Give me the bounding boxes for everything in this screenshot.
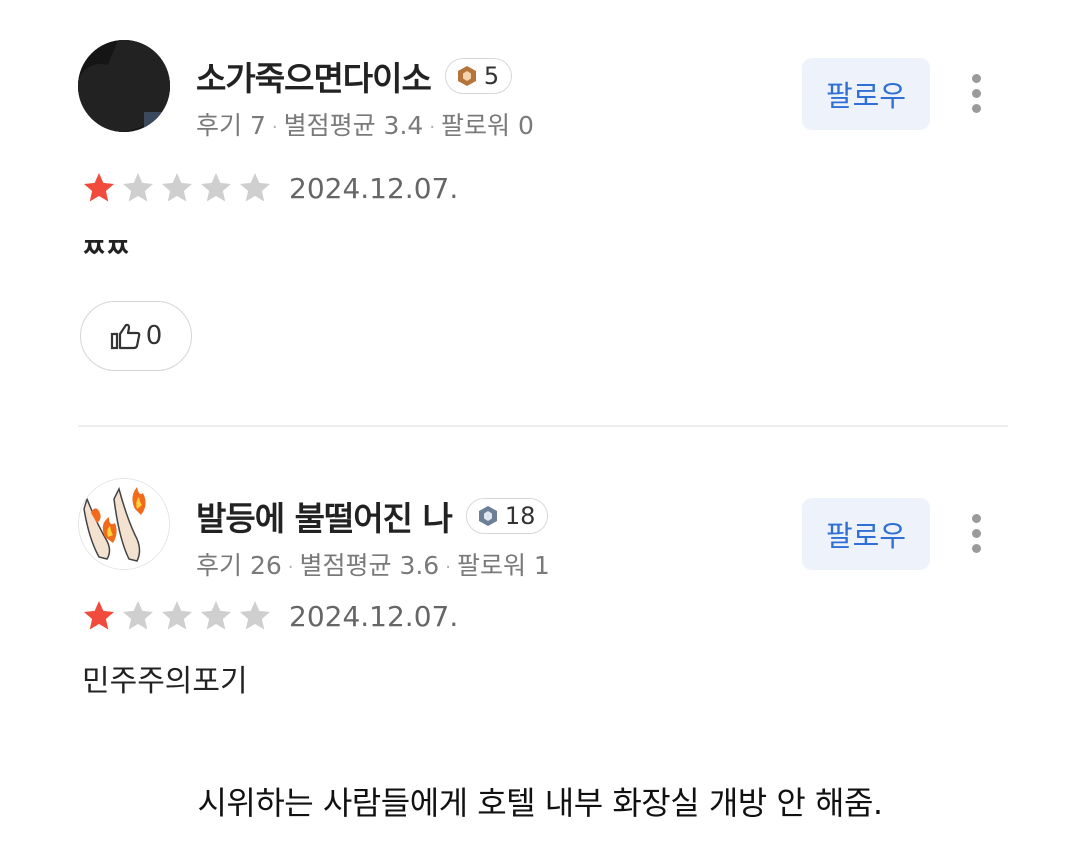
- level-badge: 5: [444, 58, 513, 94]
- level-value: 5: [483, 62, 500, 90]
- star-empty-icon: [201, 601, 231, 630]
- star-rating: [80, 170, 275, 206]
- avatar-image: [78, 40, 170, 132]
- review-count: 후기 26: [196, 551, 282, 580]
- review-date: 2024.12.07.: [289, 599, 459, 633]
- follower-count: 팔로워 0: [441, 111, 534, 140]
- separator-dot: ·: [287, 556, 294, 578]
- user-stats: 후기 26 · 별점평균 3.6 · 팔로워 1: [196, 546, 550, 582]
- more-vertical-icon[interactable]: [966, 514, 986, 554]
- star-empty-icon: [123, 173, 153, 202]
- star-empty-icon: [240, 601, 270, 630]
- star-filled-icon: [84, 601, 114, 630]
- review-count: 후기 7: [196, 111, 266, 140]
- avatar[interactable]: [78, 478, 170, 570]
- star-empty-icon: [162, 173, 192, 202]
- divider: [78, 425, 1008, 427]
- follower-count: 팔로워 1: [456, 551, 550, 580]
- separator-dot: ·: [271, 116, 278, 138]
- more-vertical-icon[interactable]: [966, 74, 986, 114]
- caption-text: 시위하는 사람들에게 호텔 내부 화장실 개방 안 해줌.: [197, 784, 883, 822]
- review-date: 2024.12.07.: [289, 171, 459, 205]
- avatar[interactable]: [78, 40, 170, 132]
- follow-button[interactable]: 팔로우: [802, 498, 930, 570]
- user-stats: 후기 7 · 별점평균 3.4 · 팔로워 0: [196, 106, 534, 142]
- like-count: 0: [145, 321, 163, 351]
- level-badge: 18: [465, 498, 549, 534]
- star-empty-icon: [162, 601, 192, 630]
- review-text: 민주주의포기: [82, 664, 248, 699]
- user-name-row: 소가죽으면다이소 5: [196, 52, 513, 100]
- rating-row: 2024.12.07.: [80, 170, 458, 206]
- star-empty-icon: [201, 173, 231, 202]
- review-text: ㅉㅉ: [82, 234, 130, 264]
- star-empty-icon: [123, 601, 153, 630]
- separator-dot: ·: [429, 116, 436, 138]
- separator-dot: ·: [445, 556, 451, 578]
- like-button[interactable]: 0: [80, 301, 192, 371]
- star-filled-icon: [84, 173, 114, 202]
- thumbs-up-icon: [110, 323, 141, 350]
- nickname[interactable]: 소가죽으면다이소: [196, 52, 432, 100]
- hexagon-level-icon: [457, 66, 476, 86]
- rating-average: 별점평균 3.6: [299, 551, 440, 580]
- follow-button[interactable]: 팔로우: [802, 58, 930, 130]
- user-name-row: 발등에 불떨어진 나 18: [196, 492, 549, 540]
- star-rating: [80, 598, 275, 634]
- rating-average: 별점평균 3.4: [283, 111, 424, 140]
- avatar-image: [79, 479, 169, 569]
- hexagon-level-icon: [478, 506, 497, 526]
- star-empty-icon: [240, 173, 270, 202]
- nickname[interactable]: 발등에 불떨어진 나: [196, 492, 453, 540]
- level-value: 18: [504, 502, 536, 530]
- rating-row: 2024.12.07.: [80, 598, 458, 634]
